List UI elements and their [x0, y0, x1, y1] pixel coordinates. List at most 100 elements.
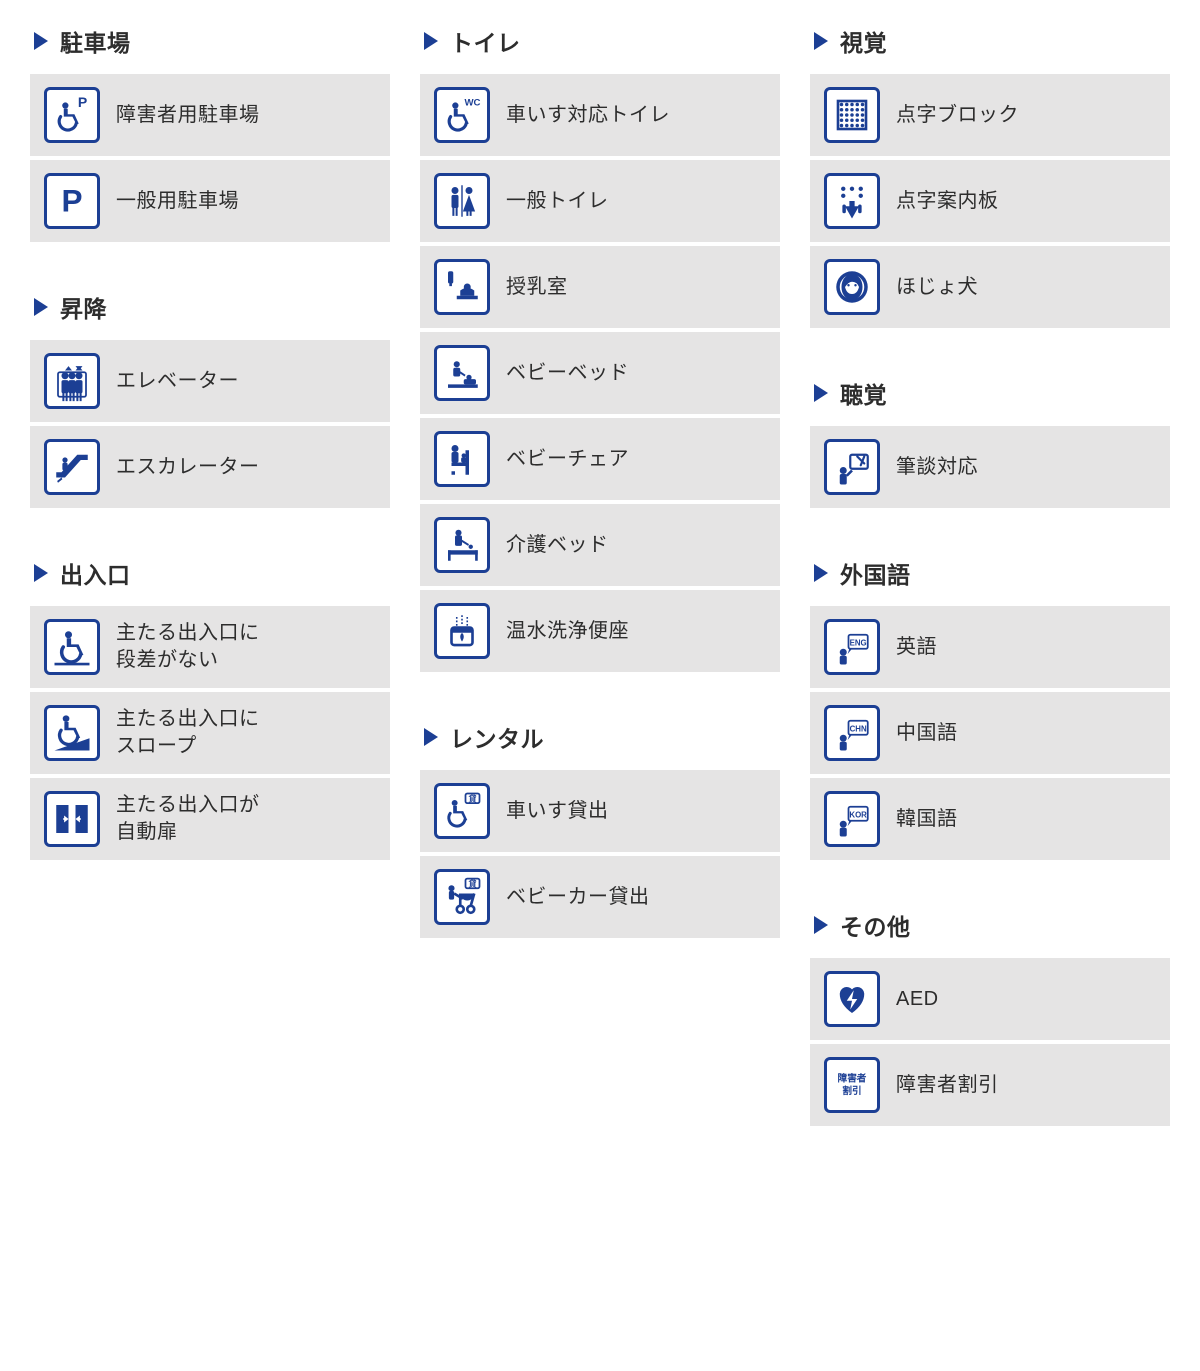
items-list: AED障害者割引障害者割引 [810, 958, 1170, 1126]
section-title-label: 聴覚 [840, 376, 887, 410]
items-list: 点字ブロック 点字案内板 ほじょ犬 [810, 74, 1170, 328]
care-bed-icon [434, 517, 490, 573]
list-item: 主たる出入口に段差がない [30, 606, 390, 688]
list-item: 点字ブロック [810, 74, 1170, 156]
section-toilet: トイレ WC車いす対応トイレ 一般トイレ 授乳室 ベビーベッド [420, 24, 780, 672]
svg-text:CHN: CHN [850, 724, 867, 733]
list-item: 授乳室 [420, 246, 780, 328]
svg-text:貸: 貸 [468, 793, 477, 803]
section-lift: 昇降 エレベーター エスカレーター [30, 290, 390, 508]
svg-text:WC: WC [464, 97, 480, 108]
item-label: 点字案内板 [896, 188, 999, 215]
list-item: KOR 韓国語 [810, 778, 1170, 860]
triangle-icon [34, 32, 48, 50]
triangle-icon [814, 384, 828, 402]
items-list: WC車いす対応トイレ 一般トイレ 授乳室 ベビーベッド [420, 74, 780, 672]
section-other: その他 AED障害者割引障害者割引 [810, 908, 1170, 1126]
baby-chair-icon [434, 431, 490, 487]
nursing-room-icon [434, 259, 490, 315]
section-title-label: その他 [840, 908, 911, 942]
section-entrance: 出入口 主たる出入口に段差がない 主たる出入口にスロープ 主たる出入口が自動扉 [30, 556, 390, 860]
items-list: 貸車いす貸出 貸ベビーカー貸出 [420, 770, 780, 938]
list-item: 貸ベビーカー貸出 [420, 856, 780, 938]
item-label: 一般用駐車場 [116, 188, 239, 215]
section-rental: レンタル 貸車いす貸出 貸ベビーカー貸出 [420, 720, 780, 938]
list-item: 主たる出入口にスロープ [30, 692, 390, 774]
item-label: ベビーベッド [506, 360, 629, 387]
item-label: 車いす貸出 [506, 798, 609, 825]
item-label: 中国語 [896, 720, 958, 747]
section-title-rental: レンタル [424, 720, 780, 754]
svg-text:KOR: KOR [849, 810, 867, 819]
section-title-label: レンタル [450, 720, 544, 754]
items-list: 主たる出入口に段差がない 主たる出入口にスロープ 主たる出入口が自動扉 [30, 606, 390, 860]
triangle-icon [424, 32, 438, 50]
wheelchair-parking-icon: P [44, 87, 100, 143]
triangle-icon [814, 32, 828, 50]
section-title-parking: 駐車場 [34, 24, 390, 58]
items-list: 筆談対応 [810, 426, 1170, 508]
entrance-flat-icon [44, 619, 100, 675]
triangle-icon [814, 916, 828, 934]
escalator-icon [44, 439, 100, 495]
item-label: 点字ブロック [896, 102, 1019, 129]
section-title-visual: 視覚 [814, 24, 1170, 58]
list-item: ベビーベッド [420, 332, 780, 414]
section-visual: 視覚 点字ブロック 点字案内板 ほじょ犬 [810, 24, 1170, 328]
triangle-icon [34, 298, 48, 316]
item-label: 主たる出入口が自動扉 [116, 792, 260, 846]
triangle-icon [424, 728, 438, 746]
list-item: 筆談対応 [810, 426, 1170, 508]
english-icon: ENG [824, 619, 880, 675]
list-item: 貸車いす貸出 [420, 770, 780, 852]
written-conversation-icon [824, 439, 880, 495]
list-item: ベビーチェア [420, 418, 780, 500]
list-item: WC車いす対応トイレ [420, 74, 780, 156]
item-label: 主たる出入口に段差がない [116, 620, 260, 674]
item-label: 一般トイレ [506, 188, 609, 215]
parking-icon: P [44, 173, 100, 229]
list-item: 一般トイレ [420, 160, 780, 242]
item-label: 介護ベッド [506, 532, 609, 559]
list-item: 温水洗浄便座 [420, 590, 780, 672]
columns-container: 駐車場 P障害者用駐車場P一般用駐車場昇降 エレベーター [30, 24, 1170, 1126]
braille-block-icon [824, 87, 880, 143]
item-label: ベビーチェア [506, 446, 629, 473]
item-label: ほじょ犬 [896, 274, 978, 301]
section-title-label: 視覚 [840, 24, 887, 58]
section-title-label: トイレ [450, 24, 521, 58]
aed-icon [824, 971, 880, 1027]
section-title-toilet: トイレ [424, 24, 780, 58]
baby-bed-icon [434, 345, 490, 401]
korean-icon: KOR [824, 791, 880, 847]
item-label: 障害者用駐車場 [116, 102, 260, 129]
item-label: 筆談対応 [896, 454, 978, 481]
section-title-label: 駐車場 [60, 24, 131, 58]
entrance-slope-icon [44, 705, 100, 761]
item-label: 温水洗浄便座 [506, 618, 629, 645]
triangle-icon [814, 564, 828, 582]
column-1: トイレ WC車いす対応トイレ 一般トイレ 授乳室 ベビーベッド [420, 24, 780, 938]
list-item: 主たる出入口が自動扉 [30, 778, 390, 860]
items-list: ENG 英語 CHN 中国語 KOR 韓国語 [810, 606, 1170, 860]
auto-door-icon [44, 791, 100, 847]
item-label: 韓国語 [896, 806, 958, 833]
section-title-label: 昇降 [60, 290, 107, 324]
item-label: 主たる出入口にスロープ [116, 706, 260, 760]
chinese-icon: CHN [824, 705, 880, 761]
section-title-label: 外国語 [840, 556, 911, 590]
triangle-icon [34, 564, 48, 582]
toilet-icon [434, 173, 490, 229]
wheelchair-toilet-icon: WC [434, 87, 490, 143]
item-label: AED [896, 986, 939, 1013]
section-title-lift: 昇降 [34, 290, 390, 324]
section-title-label: 出入口 [60, 556, 131, 590]
section-title-language: 外国語 [814, 556, 1170, 590]
section-parking: 駐車場 P 障害者用駐車場 P 一般用駐車場 [30, 24, 390, 242]
service-dog-icon [824, 259, 880, 315]
svg-text:障害者: 障害者 [838, 1073, 867, 1085]
list-item: P 一般用駐車場 [30, 160, 390, 242]
svg-text:ENG: ENG [850, 638, 867, 647]
items-list: P 障害者用駐車場 P 一般用駐車場 [30, 74, 390, 242]
list-item: ほじょ犬 [810, 246, 1170, 328]
